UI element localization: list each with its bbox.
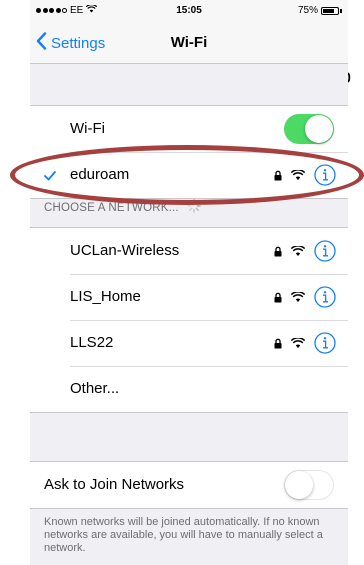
other-network-row[interactable]: Other...	[30, 366, 348, 412]
network-name: LIS_Home	[70, 288, 141, 305]
page-title: Wi-Fi	[170, 34, 208, 51]
choose-network-header: CHOOSE A NETWORK...	[44, 199, 201, 216]
ask-to-join-row: Ask to Join Networks	[30, 462, 348, 508]
network-icons	[274, 240, 336, 262]
network-icons	[274, 286, 336, 308]
ask-to-join-group: Ask to Join Networks	[30, 461, 348, 509]
battery-icon	[321, 6, 339, 15]
wifi-signal-icon	[291, 337, 305, 349]
navigation-bar: Settings Wi-Fi	[30, 22, 348, 64]
wifi-toggle[interactable]	[284, 114, 334, 144]
battery-percentage: 75%	[297, 5, 318, 16]
wifi-toggle-row: Wi-Fi	[30, 106, 348, 152]
network-row[interactable]: UCLan-Wireless	[30, 228, 348, 274]
ask-to-join-footer: Known networks will be joined automatica…	[44, 516, 323, 554]
lock-icon	[274, 170, 282, 181]
wifi-label: Wi-Fi	[70, 120, 105, 137]
ask-to-join-label: Ask to Join Networks	[44, 476, 185, 493]
ask-to-join-toggle[interactable]	[284, 470, 334, 500]
network-name: LLS22	[70, 334, 114, 351]
status-right: 75%	[298, 5, 342, 16]
info-icon[interactable]	[314, 164, 336, 186]
wifi-signal-icon	[291, 291, 305, 303]
wifi-signal-icon	[291, 245, 305, 257]
lock-icon	[274, 338, 282, 349]
info-icon[interactable]	[314, 286, 336, 308]
checkmark-icon	[44, 168, 56, 186]
wifi-group: Wi-Fi eduroam	[30, 105, 348, 199]
network-row[interactable]: LIS_Home	[30, 274, 348, 320]
status-bar: EE 15:05 75%	[30, 0, 348, 22]
phone-screen: EE 15:05 75% Settings Wi-Fi Wi-Fi eduroa…	[30, 0, 348, 565]
wifi-signal-icon	[291, 169, 305, 181]
connected-network-row[interactable]: eduroam	[30, 152, 348, 198]
info-icon[interactable]	[314, 240, 336, 262]
connected-network-icons	[274, 164, 336, 186]
connected-network-name: eduroam	[70, 166, 130, 183]
lock-icon	[274, 246, 282, 257]
info-icon[interactable]	[314, 332, 336, 354]
network-name: UCLan-Wireless	[70, 242, 180, 259]
loading-spinner-icon	[187, 199, 201, 216]
lock-icon	[274, 292, 282, 303]
choose-network-label: CHOOSE A NETWORK...	[44, 201, 179, 214]
other-network-label: Other...	[70, 380, 120, 397]
networks-group: UCLan-Wireless LIS_Home LLS22 Other...	[30, 227, 348, 413]
network-icons	[274, 332, 336, 354]
network-row[interactable]: LLS22	[30, 320, 348, 366]
